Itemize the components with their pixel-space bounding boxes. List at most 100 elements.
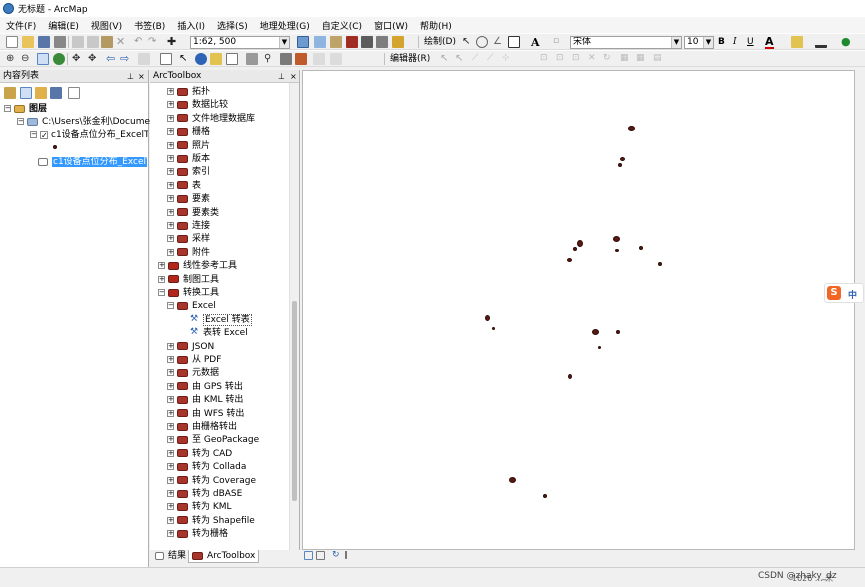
editor-toolbar-icon[interactable] [297,36,309,48]
map-view[interactable] [302,70,855,550]
toolbox-toolset-item[interactable]: + 文件地理数据库 [167,113,255,126]
find-route-icon[interactable] [280,53,292,65]
expand-icon[interactable]: + [158,262,165,270]
tab-results[interactable]: 结果 [152,550,189,563]
expand-icon[interactable]: + [167,181,174,189]
data-view-icon[interactable] [304,551,313,560]
toolbox-toolset-item[interactable]: + 拓扑 [167,86,210,99]
toolbox-tool-item[interactable]: ⚒ Excel 转表 [190,313,252,327]
toolbox-toolset-item[interactable]: + 转为栅格 [167,528,228,541]
paste-icon[interactable] [101,36,113,48]
select-elements-icon[interactable]: ↖ [179,53,191,65]
marker-color-icon[interactable]: ● [841,36,853,48]
folder-node[interactable]: − C:\Users\张金利\Document [17,116,159,129]
underline-button[interactable]: U [747,36,754,49]
rotate-icon[interactable] [476,36,488,48]
time-slider-icon[interactable] [313,53,325,65]
reshape-icon[interactable]: ⊡ [556,53,568,65]
toolbox-toolset-item[interactable]: + 转为 Collada [167,461,246,474]
catalog-icon[interactable] [330,36,342,48]
menu-bookmarks[interactable]: 书签(B) [128,19,171,32]
bold-button[interactable]: B [718,36,725,49]
measure-icon[interactable] [246,53,258,65]
expand-icon[interactable]: + [167,503,174,511]
layout-view-icon[interactable] [316,551,325,560]
expand-icon[interactable]: + [167,342,174,350]
attributes-icon[interactable]: ▦ [620,53,632,65]
add-data-icon[interactable]: ✚ [167,36,179,48]
toolbox-toolset-item[interactable]: + JSON [167,341,214,354]
hyperlink-icon[interactable] [210,53,222,65]
toolbox-toolset-item[interactable]: + 照片 [167,140,210,153]
cut-polygons-icon[interactable]: ⊡ [572,53,584,65]
copy-icon[interactable] [87,36,99,48]
new-document-icon[interactable] [6,36,18,48]
feature-point[interactable] [573,247,577,251]
list-by-selection-icon[interactable] [50,87,62,99]
layer-node[interactable]: − ✓ c1设备点位分布_ExcelTo [30,129,148,142]
edit-annotation-icon[interactable]: ↖ [455,53,467,65]
expand-icon[interactable]: + [167,516,174,524]
tools-dropdown-icon[interactable] [392,36,404,48]
expand-icon[interactable]: + [167,128,174,136]
feature-point[interactable] [485,315,490,321]
pan-icon[interactable] [37,53,49,65]
expand-icon[interactable]: + [167,168,174,176]
expand-icon[interactable]: + [167,449,174,457]
toolbox-toolset-item[interactable]: − 转换工具 [158,287,219,300]
end-point-arc-icon[interactable]: ⟋ [487,53,499,65]
arctoolbox-icon[interactable] [346,36,358,48]
full-extent-icon[interactable] [53,53,65,65]
expand-icon[interactable]: + [167,396,174,404]
expand-icon[interactable]: + [167,369,174,377]
collapse-icon[interactable]: − [158,289,165,296]
cut-icon[interactable] [72,36,84,48]
print-icon[interactable] [54,36,66,48]
layer-visibility-checkbox[interactable]: ✓ [40,130,48,139]
redo-icon[interactable]: ↷ [148,36,160,48]
list-by-source-icon[interactable] [20,87,32,99]
identify-icon[interactable] [195,53,207,65]
zoom-out-icon[interactable]: ⊖ [21,53,33,65]
undo-icon[interactable]: ↶ [134,36,146,48]
create-viewer-icon[interactable] [330,53,342,65]
feature-point[interactable] [492,327,495,330]
feature-point[interactable] [568,374,572,379]
expand-icon[interactable]: + [167,382,174,390]
fill-color-icon[interactable] [791,36,803,48]
menu-help[interactable]: 帮助(H) [414,19,458,32]
feature-point[interactable] [620,157,625,161]
forward-extent-icon[interactable]: ⇨ [120,53,132,65]
feature-point[interactable] [598,346,601,349]
font-size-combo[interactable]: 10 ▼ [684,36,714,49]
expand-icon[interactable]: + [167,530,174,538]
editor-menu[interactable]: 编辑器(R) [390,53,430,66]
close-icon[interactable]: × [290,70,297,83]
fixed-zoom-out-icon[interactable]: ✥ [88,53,100,65]
list-by-visibility-icon[interactable] [35,87,47,99]
text-tool-button[interactable]: A [531,36,540,49]
expand-icon[interactable]: + [167,476,174,484]
toolbox-toolset-item[interactable]: + 转为 Coverage [167,475,256,488]
edit-vertices-icon[interactable]: ▫ [553,36,565,48]
feature-point[interactable] [639,246,643,250]
pointer-icon[interactable]: ↖ [462,36,474,48]
toolbox-toolset-item[interactable]: + 线性参考工具 [158,260,237,273]
collapse-icon[interactable]: − [167,302,174,310]
table-node[interactable]: c1设备点位分布_ExcelTo [38,156,147,169]
expand-icon[interactable]: + [167,423,174,430]
toolbox-toolset-item[interactable]: + 栅格 [167,126,210,139]
expand-icon[interactable]: + [167,490,174,497]
expand-icon[interactable]: + [167,356,174,363]
toolbox-toolset-item[interactable]: + 附件 [167,247,210,260]
font-name-combo[interactable]: 宋体 ▼ [570,36,682,49]
fixed-zoom-in-icon[interactable]: ✥ [72,53,84,65]
menu-insert[interactable]: 插入(I) [171,19,211,32]
toolbox-toolset-item[interactable]: + 元数据 [167,367,219,380]
menu-view[interactable]: 视图(V) [85,19,128,32]
menu-edit[interactable]: 编辑(E) [42,19,85,32]
toolbox-toolset-item[interactable]: + 采样 [167,233,210,246]
expand-icon[interactable]: + [167,155,174,162]
expand-icon[interactable]: + [167,222,174,229]
edit-vertices-tool-icon[interactable]: ⊡ [540,53,552,65]
